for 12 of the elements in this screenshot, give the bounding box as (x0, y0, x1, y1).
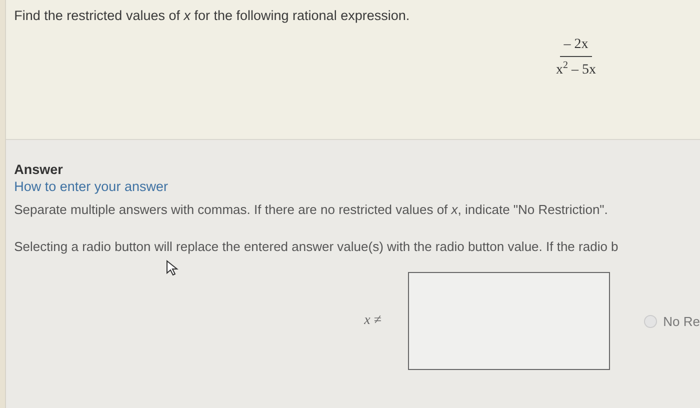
input-label: x ≠ (364, 313, 383, 329)
answer-input[interactable] (408, 272, 610, 370)
help-link[interactable]: How to enter your answer (14, 179, 168, 194)
radio-option[interactable]: No Re (644, 314, 700, 328)
rational-expression: – 2x x$^{2}$ – 5x (555, 37, 597, 79)
instructions-text: Separate multiple answers with commas. If there are no restricted values of x, indicate "No Restriction". (14, 202, 609, 217)
pointer-icon (166, 260, 180, 276)
answer-heading: Answer (14, 162, 64, 177)
question-text: Find the restricted values of x for the following rational expression. (14, 8, 411, 23)
option-label: No Re (663, 314, 700, 328)
radio-note-text: Selecting a radio button will replace the entered answer value(s) with the radio button value. If the radio b (14, 239, 620, 254)
radio-icon[interactable] (644, 314, 658, 328)
